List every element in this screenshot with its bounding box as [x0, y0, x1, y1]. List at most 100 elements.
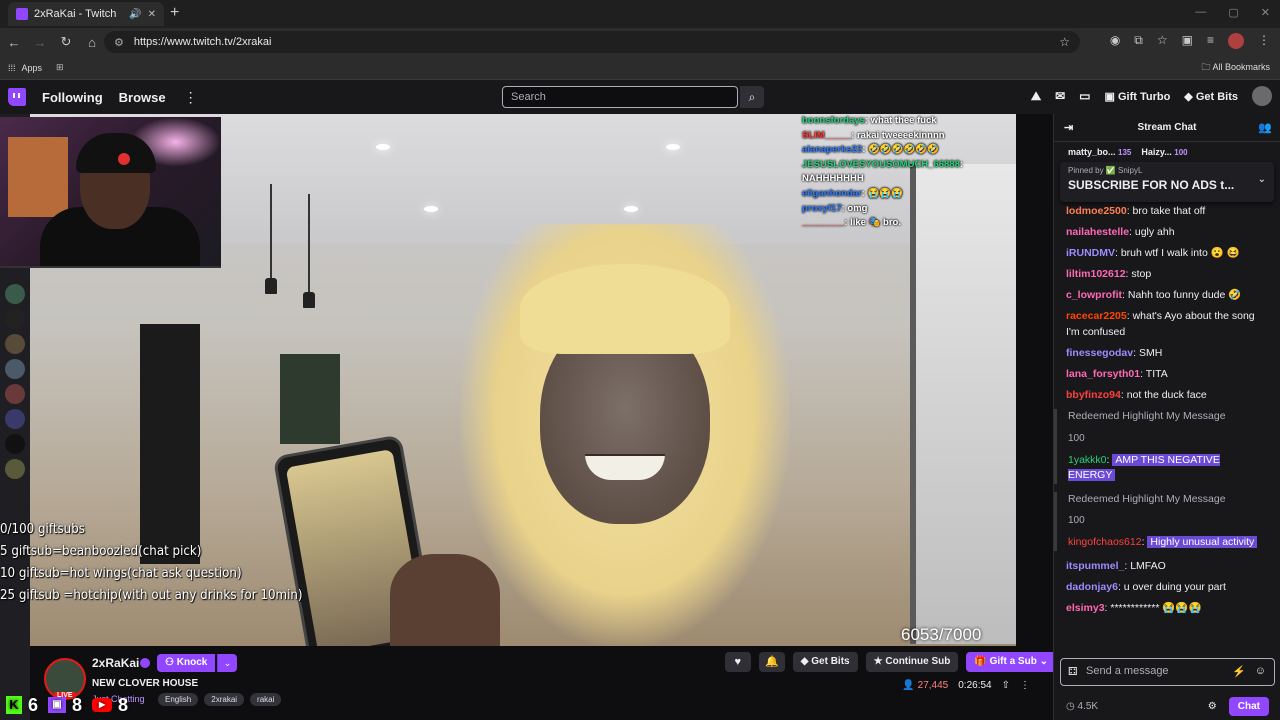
knock-button[interactable]: ⚇ Knock [157, 654, 216, 672]
continue-sub-button[interactable]: ★ Continue Sub [865, 652, 959, 672]
ceiling-light [376, 144, 390, 150]
gift-goal-line: 25 giftsub =hotchip(with out any drinks … [0, 587, 303, 603]
wig-bangs [520, 264, 730, 354]
chat-username[interactable]: lodmoe2500 [1066, 205, 1127, 217]
pinned-message[interactable]: Pinned by ✅ SnipyL SUBSCRIBE FOR NO ADS … [1060, 162, 1274, 202]
chat-message: nailahestelle: ugly ahh [1066, 226, 1175, 239]
chat-username[interactable]: lana_forsyth01 [1066, 368, 1140, 380]
notification-bell-icon[interactable]: 🔔 [758, 652, 785, 672]
whispers-icon[interactable]: ▭ [1079, 89, 1090, 103]
kebab-menu-icon[interactable]: ⋮ [1258, 33, 1270, 49]
verified-icon [140, 658, 150, 668]
all-bookmarks[interactable]: 🗀 All Bookmarks [1201, 60, 1270, 76]
close-tab-icon[interactable]: ✕ [148, 9, 156, 20]
chat-username[interactable]: 1yakkk0 [1068, 454, 1107, 466]
overlay-chat-line: SLIM_____: rakai tweeeekinnnn [802, 129, 945, 141]
channel-avatar[interactable] [5, 434, 25, 454]
chat-username[interactable]: itspummel_ [1066, 560, 1124, 572]
knock-dropdown-icon[interactable]: ⌄ [217, 654, 237, 672]
bits-cheer-icon[interactable]: ⚡ [1232, 665, 1246, 678]
channel-avatar[interactable] [5, 359, 25, 379]
inbox-icon[interactable]: ✉ [1055, 89, 1065, 103]
site-info-icon[interactable]: ⚙ [114, 36, 124, 49]
url-bar[interactable]: ⚙ https://www.twitch.tv/2xrakai ☆ [104, 31, 1080, 53]
chat-message: finessegodav: SMH [1066, 347, 1163, 360]
chat-username[interactable]: elsimy3 [1066, 602, 1105, 614]
apps-bookmark[interactable]: Apps [22, 63, 43, 73]
channel-avatar[interactable] [5, 459, 25, 479]
more-options-icon[interactable]: ⋮ [1020, 680, 1030, 691]
chat-username[interactable]: nailahestelle [1066, 226, 1129, 238]
sidepanel-icon[interactable]: ▣ [1182, 33, 1193, 49]
emote-picker-icon[interactable]: ☺ [1255, 665, 1266, 677]
more-menu-icon[interactable]: ⋮ [184, 89, 198, 106]
puzzle-icon[interactable]: ⧉ [1134, 33, 1143, 49]
channel-name[interactable]: 2xRaKai [92, 656, 139, 670]
community-icon[interactable]: 👥 [1258, 121, 1272, 134]
share-icon[interactable]: ⇧ [1002, 680, 1010, 691]
bookmarks-bar: ⁞⁞⁞ Apps ⊞ 🗀 All Bookmarks [0, 56, 1280, 80]
twitch-logo-icon[interactable] [8, 88, 26, 106]
follow-heart-icon[interactable]: ♥ [724, 652, 751, 672]
star-list-icon[interactable]: ☆ [1157, 33, 1168, 49]
channel-avatar[interactable] [5, 334, 25, 354]
menu-lines-icon[interactable]: ≡ [1207, 33, 1214, 49]
chat-settings-icon[interactable]: ⚙ [1208, 701, 1217, 712]
overlay-chat-text: rakai tweeeekinnnn [856, 129, 945, 141]
home-icon[interactable]: ⌂ [80, 35, 104, 50]
leaderboard-entry[interactable]: matty_bo... 135 [1068, 147, 1131, 157]
collapse-chat-icon[interactable]: ⇥ [1064, 121, 1073, 134]
bookmark-star-icon[interactable]: ☆ [1059, 35, 1070, 49]
channel-avatar[interactable] [5, 309, 25, 329]
tag-pill[interactable]: rakai [250, 693, 282, 706]
gift-sub-button[interactable]: 🎁 Gift a Sub ⌄ [966, 652, 1056, 672]
channel-avatar[interactable] [5, 409, 25, 429]
close-window-icon[interactable]: ✕ [1261, 6, 1270, 19]
chat-identity-icon[interactable]: ⚃ [1068, 665, 1078, 678]
leaderboard-entry[interactable]: Haizy... 100 [1141, 147, 1187, 157]
gift-turbo-button[interactable]: ▣ Gift Turbo [1105, 90, 1171, 103]
chat-username[interactable]: dadonjay6 [1066, 581, 1118, 593]
chat-username[interactable]: finessegodav [1066, 347, 1133, 359]
extension-icon[interactable]: ◉ [1110, 33, 1120, 49]
chat-message: c_lowprofit: Nahh too funny dude 🤣 [1066, 289, 1242, 302]
browse-link[interactable]: Browse [119, 90, 166, 105]
chat-panel: ⇥ Stream Chat 👥 matty_bo... 135 Haizy... … [1053, 114, 1280, 720]
search-icon[interactable]: ⌕ [740, 86, 764, 108]
twitch-logo-icon: ▣ [48, 697, 67, 713]
address-toolbar: ← → ↻ ⌂ ⚙ https://www.twitch.tv/2xrakai … [0, 28, 1280, 56]
speaker-icon[interactable]: 🔊 [129, 9, 141, 20]
send-chat-button[interactable]: Chat [1228, 696, 1269, 716]
overlay-chat-line: proxyf17: omg [802, 202, 868, 214]
nav-right-actions: ⛰ ✉ ▭ ▣ Gift Turbo ◆ Get Bits [1031, 86, 1272, 106]
chat-username[interactable]: c_lowprofit [1066, 289, 1122, 301]
chat-username[interactable]: kingofchaos612 [1068, 536, 1142, 548]
back-icon[interactable]: ← [2, 35, 26, 50]
new-tab-button[interactable]: + [170, 4, 179, 22]
minimize-icon[interactable]: — [1195, 6, 1206, 19]
following-link[interactable]: Following [42, 90, 103, 105]
channel-avatar[interactable] [5, 384, 25, 404]
forward-icon[interactable]: → [28, 35, 52, 50]
tag-pill[interactable]: 2xrakai [204, 693, 245, 706]
get-bits-nav-button[interactable]: ◆ Get Bits [1184, 90, 1238, 103]
inventory-icon[interactable]: ⛰ [1031, 89, 1041, 104]
maximize-icon[interactable]: ▢ [1228, 6, 1238, 19]
chat-username[interactable]: iRUNDMV [1066, 247, 1115, 259]
get-bits-button[interactable]: ◆ Get Bits [792, 652, 858, 672]
chat-username[interactable]: bbyfinzo94 [1066, 389, 1121, 401]
grid-icon[interactable]: ⊞ [56, 62, 64, 73]
reload-icon[interactable]: ↻ [54, 34, 78, 50]
chat-message-input[interactable]: ⚃ Send a message ⚡ ☺ [1060, 658, 1275, 686]
browser-tab[interactable]: 2xRaKai - Twitch 🔊 ✕ [8, 2, 164, 26]
channel-points[interactable]: ◷ 4.5K [1066, 701, 1208, 712]
stream-overlay-chat: boonsfordays: what thee fuck SLIM_____: r… [802, 114, 1002, 231]
channel-avatar[interactable] [5, 284, 25, 304]
chevron-down-icon[interactable]: ⌄ [1258, 174, 1266, 185]
search-input[interactable]: Search [502, 86, 738, 108]
profile-avatar[interactable] [1228, 33, 1244, 49]
chat-username[interactable]: liltim102612 [1066, 268, 1126, 280]
user-avatar[interactable] [1252, 86, 1272, 106]
apps-icon[interactable]: ⁞⁞⁞ [8, 63, 16, 73]
chat-username[interactable]: racecar2205 [1066, 310, 1127, 322]
